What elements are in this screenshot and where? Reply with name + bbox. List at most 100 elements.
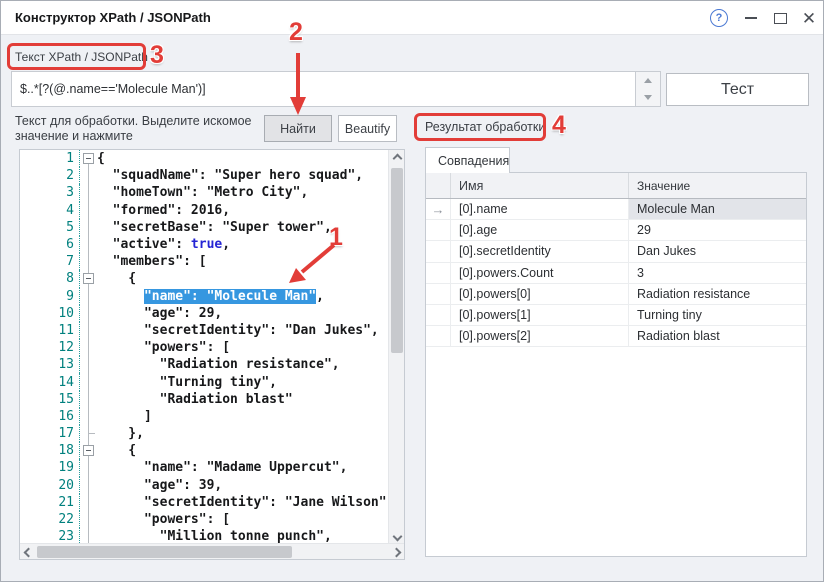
code-line[interactable]: 17 }, <box>20 425 389 442</box>
annotation-number-2: 2 <box>289 18 303 47</box>
line-number: 15 <box>20 391 80 408</box>
code-line[interactable]: 23 "Million tonne punch", <box>20 528 389 544</box>
code-line[interactable]: 14 "Turning tiny", <box>20 373 389 390</box>
find-button[interactable]: Найти <box>264 115 332 142</box>
table-row[interactable]: [0].powers[1]Turning tiny <box>426 305 806 326</box>
column-header-name[interactable]: Имя <box>451 173 629 198</box>
column-header-value[interactable]: Значение <box>629 173 806 198</box>
scroll-up-button[interactable] <box>389 150 405 166</box>
code-line[interactable]: 19 "name": "Madame Uppercut", <box>20 459 389 476</box>
code-line[interactable]: 21 "secretIdentity": "Jane Wilson" <box>20 494 389 511</box>
code-line[interactable]: 20 "age": 39, <box>20 477 389 494</box>
code-line[interactable]: 18 { <box>20 442 389 459</box>
line-number: 20 <box>20 477 80 494</box>
process-text-label: Текст для обработки. Выделите искомое зн… <box>15 114 267 144</box>
cell-name[interactable]: [0].name <box>451 199 629 219</box>
fold-gutter <box>80 425 97 442</box>
code-line[interactable]: 3 "homeTown": "Metro City", <box>20 184 389 201</box>
table-row[interactable]: [0].secretIdentityDan Jukes <box>426 241 806 262</box>
line-number: 17 <box>20 425 80 442</box>
vertical-scroll-thumb[interactable] <box>391 168 403 353</box>
line-number: 8 <box>20 270 80 287</box>
cell-value[interactable]: 29 <box>629 220 806 240</box>
code-line[interactable]: 9 "name": "Molecule Man", <box>20 288 389 305</box>
code-line[interactable]: 4 "formed": 2016, <box>20 202 389 219</box>
fold-gutter <box>80 356 97 373</box>
row-gutter-cell <box>426 241 451 261</box>
results-table: Имя Значение →[0].nameMolecule Man[0].ag… <box>425 172 807 557</box>
results-table-body: →[0].nameMolecule Man[0].age29[0].secret… <box>426 199 806 347</box>
table-row[interactable]: →[0].nameMolecule Man <box>426 199 806 220</box>
cell-value[interactable]: 3 <box>629 263 806 283</box>
line-number: 16 <box>20 408 80 425</box>
fold-collapse-icon[interactable] <box>83 273 94 284</box>
line-number: 1 <box>20 150 80 167</box>
row-gutter-cell <box>426 263 451 283</box>
cell-name[interactable]: [0].powers.Count <box>451 263 629 283</box>
maximize-button[interactable] <box>769 7 791 29</box>
cell-value[interactable]: Turning tiny <box>629 305 806 325</box>
cell-value[interactable]: Radiation resistance <box>629 284 806 304</box>
scroll-right-button[interactable] <box>388 544 404 560</box>
horizontal-scroll-thumb[interactable] <box>37 546 292 558</box>
line-number: 5 <box>20 219 80 236</box>
minimize-button[interactable] <box>740 7 762 29</box>
fold-gutter <box>80 442 97 459</box>
code-text: "secretIdentity": "Dan Jukes", <box>97 323 379 338</box>
cell-name[interactable]: [0].powers[0] <box>451 284 629 304</box>
close-button[interactable]: ✕ <box>798 7 820 29</box>
table-row[interactable]: [0].powers[0]Radiation resistance <box>426 284 806 305</box>
title-bar: Конструктор XPath / JSONPath ? ✕ <box>1 1 823 35</box>
code-line[interactable]: 13 "Radiation resistance", <box>20 356 389 373</box>
line-number: 22 <box>20 511 80 528</box>
cell-name[interactable]: [0].powers[2] <box>451 326 629 346</box>
table-row[interactable]: [0].powers[2]Radiation blast <box>426 326 806 347</box>
beautify-button[interactable]: Beautify <box>338 115 397 142</box>
code-text: "name": "Molecule Man", <box>97 289 324 304</box>
spinner-down-icon <box>644 95 652 100</box>
close-icon: ✕ <box>802 10 816 27</box>
cell-value[interactable]: Radiation blast <box>629 326 806 346</box>
code-line[interactable]: 11 "secretIdentity": "Dan Jukes", <box>20 322 389 339</box>
fold-gutter <box>80 459 97 476</box>
line-number: 21 <box>20 494 80 511</box>
code-text: "Radiation resistance", <box>97 357 340 372</box>
code-line[interactable]: 1{ <box>20 150 389 167</box>
code-line[interactable]: 2 "squadName": "Super hero squad", <box>20 167 389 184</box>
cell-name[interactable]: [0].secretIdentity <box>451 241 629 261</box>
code-text: { <box>97 443 136 458</box>
test-button[interactable]: Тест <box>666 73 809 106</box>
cell-value[interactable]: Molecule Man <box>629 199 806 219</box>
code-line[interactable]: 10 "age": 29, <box>20 305 389 322</box>
xpath-input[interactable] <box>11 71 635 107</box>
fold-collapse-icon[interactable] <box>83 153 94 164</box>
scroll-left-button[interactable] <box>20 544 36 560</box>
fold-gutter <box>80 167 97 184</box>
json-code-editor[interactable]: 1{2 "squadName": "Super hero squad",3 "h… <box>19 149 405 560</box>
spinner-up-button[interactable] <box>636 72 660 89</box>
code-line[interactable]: 16 ] <box>20 408 389 425</box>
code-text: "squadName": "Super hero squad", <box>97 168 363 183</box>
code-line[interactable]: 15 "Radiation blast" <box>20 391 389 408</box>
table-row[interactable]: [0].powers.Count3 <box>426 263 806 284</box>
fold-gutter <box>80 219 97 236</box>
results-table-header: Имя Значение <box>426 173 806 199</box>
cell-name[interactable]: [0].powers[1] <box>451 305 629 325</box>
chevron-up-icon <box>392 153 402 163</box>
scroll-down-button[interactable] <box>389 528 405 544</box>
code-text: "homeTown": "Metro City", <box>97 185 308 200</box>
spinner-down-button[interactable] <box>636 89 660 106</box>
fold-collapse-icon[interactable] <box>83 445 94 456</box>
code-text: }, <box>97 426 144 441</box>
table-row[interactable]: [0].age29 <box>426 220 806 241</box>
cell-value[interactable]: Dan Jukes <box>629 241 806 261</box>
code-line[interactable]: 12 "powers": [ <box>20 339 389 356</box>
editor-horizontal-scrollbar[interactable] <box>20 543 404 559</box>
code-line[interactable]: 22 "powers": [ <box>20 511 389 528</box>
tab-matches[interactable]: Совпадения <box>425 147 510 173</box>
help-button[interactable]: ? <box>708 7 730 29</box>
annotation-number-3: 3 <box>150 41 164 70</box>
chevron-down-icon <box>392 531 402 541</box>
cell-name[interactable]: [0].age <box>451 220 629 240</box>
editor-vertical-scrollbar[interactable] <box>388 150 404 544</box>
